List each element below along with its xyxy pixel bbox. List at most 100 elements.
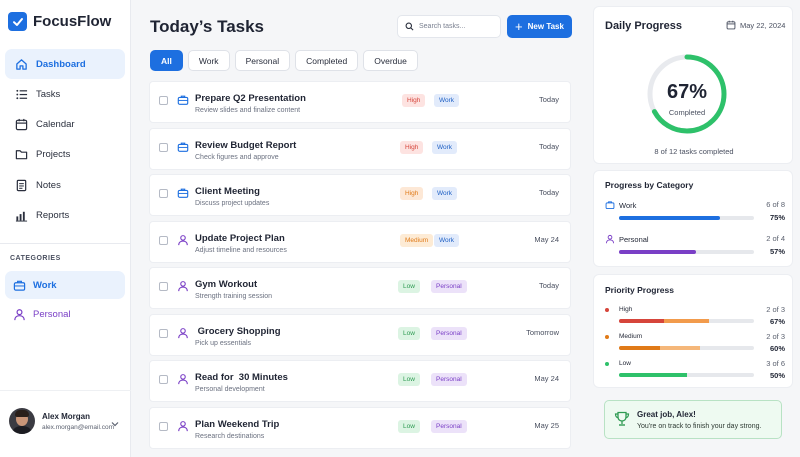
category-count: 6 of 8 [766,200,785,209]
filter-tab-all[interactable]: All [150,50,183,71]
new-task-label: New Task [527,22,564,31]
nav-item-tasks[interactable]: Tasks [5,79,125,109]
priority-badge: High [402,94,426,107]
task-checkbox[interactable] [159,142,168,152]
task-checkbox[interactable] [159,328,168,338]
briefcase-icon [605,201,615,210]
progress-panel: Daily Progress May 22, 2024 67% Complete… [583,0,800,457]
progress-by-category-card: Progress by Category Work 6 of 8 75% Per… [593,170,793,267]
task-subtitle: Strength training session [195,293,273,300]
progress-percent: 67% [666,81,708,103]
priority-count: 2 of 3 [766,305,785,314]
progress-track [619,346,754,350]
user-email: alex.morgan@email.com [42,423,114,431]
nav-item-projects[interactable]: Projects [5,140,125,170]
daily-progress-card: Daily Progress May 22, 2024 67% Complete… [593,6,793,164]
priority-progress-row-low: Low 3 of 6 50% [605,359,785,390]
task-checkbox[interactable] [159,421,168,431]
folder-icon [15,150,28,160]
nav-item-reports[interactable]: Reports [5,200,125,230]
task-subtitle: Review slides and finalize content [195,107,301,114]
category-item-personal[interactable]: Personal [5,300,125,328]
progress-status: Completed [668,108,706,117]
task-subtitle: Adjust timeline and resources [195,246,287,254]
divider [0,390,131,391]
task-checkbox[interactable] [159,375,168,384]
filter-tab-work[interactable]: Work [187,50,230,71]
task-checkbox[interactable] [159,96,168,105]
task-row[interactable]: Grocery Shopping Pick up essentials Low … [149,313,571,356]
chevron-down-icon[interactable] [110,419,120,429]
nav-item-dashboard[interactable]: Dashboard [5,49,125,79]
list-icon [16,89,28,99]
progress-track [619,319,754,323]
task-subtitle: Check figures and approve [195,153,279,161]
task-due-date: Tomorrow [526,327,559,337]
task-checkbox[interactable] [159,189,168,198]
brand[interactable]: FocusFlow [8,12,111,31]
task-subtitle: Discuss project updates [195,200,270,207]
category-percent: 57% [769,247,785,256]
person-icon [178,327,188,338]
task-title: Grocery Shopping [195,325,281,337]
congrats-banner: Great job, Alex! You're on track to fini… [604,400,782,439]
checkmark-logo-icon [8,12,27,31]
task-due-date: Today [538,141,559,151]
congrats-message: You're on track to finish your day stron… [637,423,762,430]
divider [0,243,131,244]
priority-percent: 67% [769,317,785,326]
task-due-date: Today [538,95,559,104]
nav-label: Tasks [36,88,61,100]
priority-dot [605,308,609,312]
category-name: Work [619,201,637,210]
task-title: Update Project Plan [195,232,285,244]
task-row[interactable]: Plan Weekend Trip Research destinations … [149,406,571,449]
priority-count: 3 of 6 [766,359,785,368]
task-row[interactable]: Read for 30 Minutes Personal development… [149,360,571,402]
nav-item-notes[interactable]: Notes [5,170,125,200]
filter-tab-overdue[interactable]: Overdue [363,50,418,71]
task-due-date: Today [538,188,559,197]
task-row[interactable]: Update Project Plan Adjust timeline and … [149,220,571,263]
task-due-date: May 25 [534,420,559,430]
page-title: Today’s Tasks [150,17,265,36]
task-row[interactable]: Client Meeting Discuss project updates H… [149,174,571,216]
task-checkbox[interactable] [159,235,168,245]
category-label: Work [33,279,57,291]
progress-fill [619,216,721,220]
category-badge: Personal [431,373,467,386]
task-row[interactable]: Review Budget Report Check figures and a… [149,127,571,170]
task-row[interactable]: Gym Workout Strength training session Lo… [149,267,571,309]
plus-icon: + [515,19,523,34]
person-icon [178,234,188,245]
task-title: Read for 30 Minutes [195,372,288,383]
priority-badge: Low [398,373,420,386]
progress-fill [659,346,700,350]
search-input[interactable]: Search tasks... [397,15,501,38]
person-icon [605,234,615,244]
progress-by-category-title: Progress by Category [605,180,694,190]
progress-fill [619,319,665,323]
category-item-work[interactable]: Work [5,271,125,299]
person-icon [14,308,25,320]
category-badge: Personal [431,280,467,293]
new-task-button[interactable]: + New Task [507,15,572,38]
category-percent: 75% [769,213,785,222]
filter-tab-personal[interactable]: Personal [234,50,291,71]
person-icon [178,420,188,431]
priority-badge: Medium [400,233,434,247]
category-badge: Work [434,233,460,247]
task-checkbox[interactable] [159,282,168,291]
category-badge: Personal [431,419,467,433]
progress-track [619,250,754,254]
briefcase-icon [13,280,26,291]
category-count: 2 of 4 [766,234,785,243]
task-title: Plan Weekend Trip [195,418,280,430]
filter-tab-completed[interactable]: Completed [295,50,359,71]
nav-item-calendar[interactable]: Calendar [5,110,125,140]
user-profile[interactable]: Alex Morgan alex.morgan@email.com [9,408,114,434]
progress-fill [619,250,696,254]
task-row[interactable]: Prepare Q2 Presentation Review slides an… [149,81,571,123]
priority-progress-title: Priority Progress [605,285,674,295]
task-title: Prepare Q2 Presentation [195,93,306,104]
